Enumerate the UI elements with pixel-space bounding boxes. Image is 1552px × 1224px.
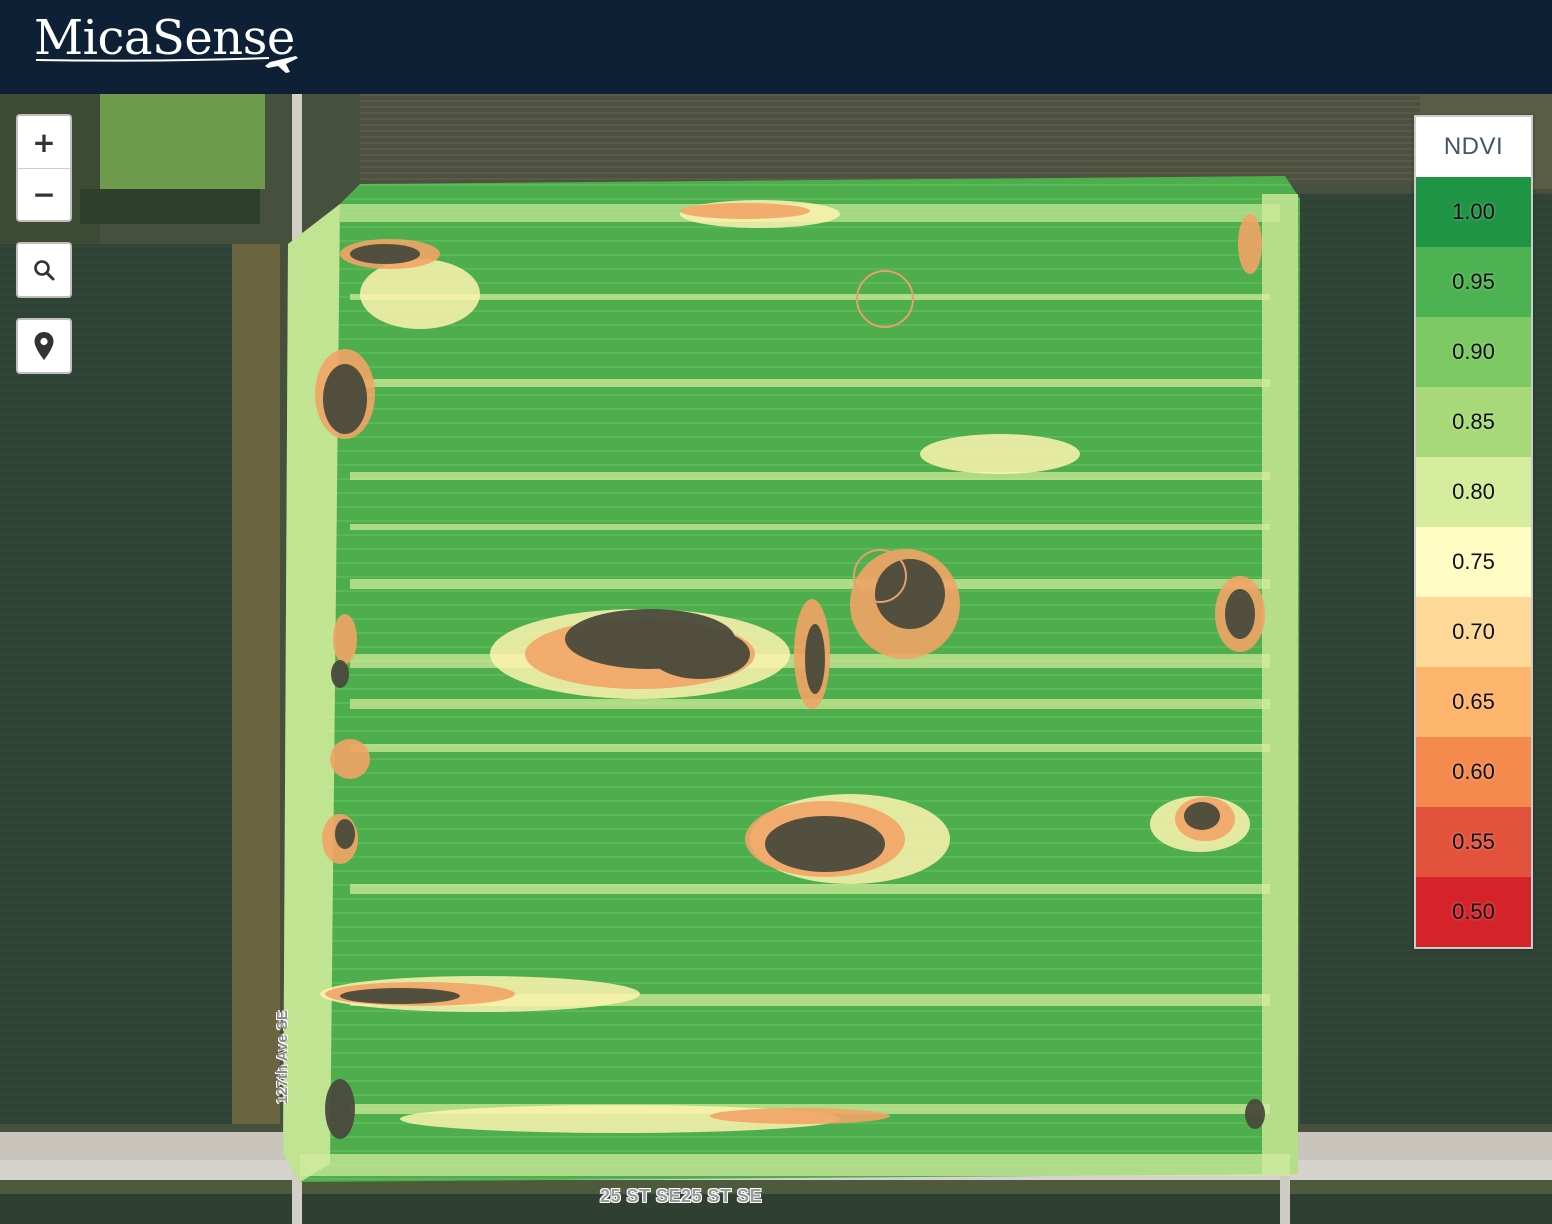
satellite-imagery: [0, 94, 1552, 1224]
road-label-25-st-se: 25 ST SE25 ST SE: [600, 1186, 763, 1206]
legend-title: NDVI: [1443, 133, 1504, 160]
ndvi-legend: NDVI 1.00 0.95 0.90 0.85 0.80 0.75 0.70 0.65 0.6…: [1414, 115, 1533, 949]
zoom-control: + −: [16, 114, 72, 222]
road-label-127th-ave: 127th Ave SE: [274, 1010, 291, 1104]
search-control: [16, 242, 72, 298]
legend-swatch: 0.80: [1416, 457, 1531, 527]
zoom-in-button[interactable]: +: [18, 116, 70, 168]
micasense-logo[interactable]: MicaSense: [34, 8, 324, 78]
location-button[interactable]: [18, 320, 70, 372]
legend-swatch: 0.95: [1416, 247, 1531, 317]
search-button[interactable]: [18, 244, 70, 296]
map-view[interactable]: 25 ST SE25 ST SE 127th Ave SE: [0, 94, 1552, 1224]
legend-swatch: 0.75: [1416, 527, 1531, 597]
legend-swatch: 0.70: [1416, 597, 1531, 667]
map-pin-icon: [34, 332, 54, 360]
legend-swatch: 0.65: [1416, 667, 1531, 737]
app-header: MicaSense: [0, 0, 1552, 94]
legend-swatch: 0.85: [1416, 387, 1531, 457]
legend-swatch: 0.55: [1416, 807, 1531, 877]
legend-swatch: 1.00: [1416, 177, 1531, 247]
legend-swatch: 0.60: [1416, 737, 1531, 807]
legend-swatch: 0.90: [1416, 317, 1531, 387]
legend-scale: 1.00 0.95 0.90 0.85 0.80 0.75 0.70 0.65 0.60 0.55…: [1416, 177, 1531, 947]
ndvi-overlay: [283, 176, 1300, 1182]
legend-swatch: 0.50: [1416, 877, 1531, 947]
zoom-out-button[interactable]: −: [18, 168, 70, 220]
location-control: [16, 318, 72, 374]
search-icon: [34, 260, 55, 281]
airplane-icon: [35, 56, 298, 73]
